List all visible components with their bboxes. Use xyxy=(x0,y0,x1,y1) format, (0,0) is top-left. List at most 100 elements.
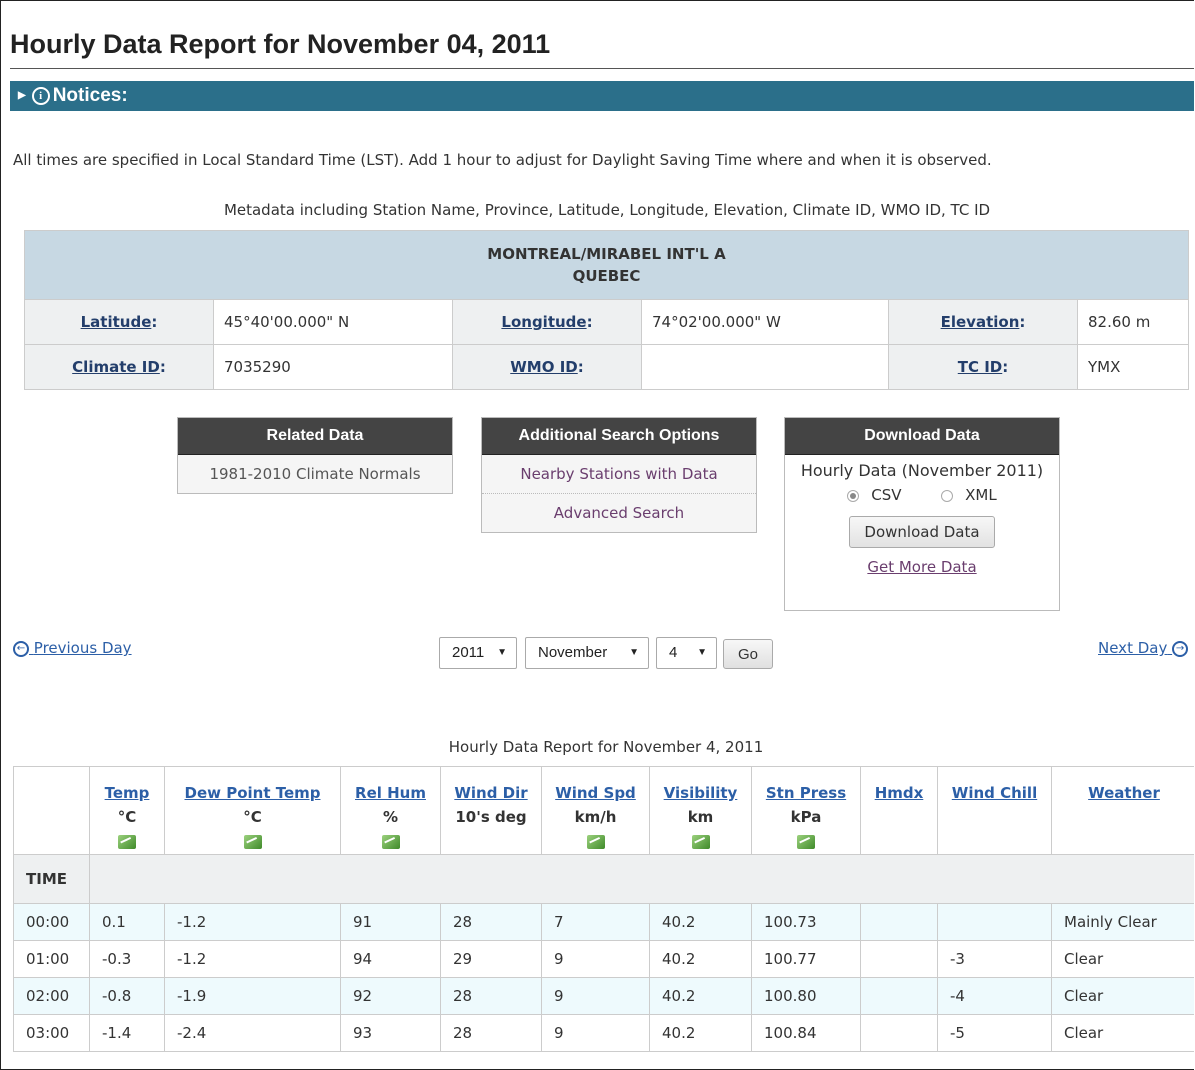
table-cell: 00:00 xyxy=(13,903,90,941)
go-button[interactable]: Go xyxy=(723,639,773,669)
chart-icon[interactable] xyxy=(381,834,400,849)
column-header-link[interactable]: Hmdx xyxy=(875,784,924,802)
column-header-link[interactable]: Wind Dir xyxy=(454,784,527,802)
tc-id-value: YMX xyxy=(1077,344,1189,390)
additional-search-header: Additional Search Options xyxy=(482,418,756,455)
nearby-stations-link[interactable]: Nearby Stations with Data xyxy=(482,455,756,493)
info-icon: i xyxy=(31,87,50,105)
year-select[interactable]: 2011 ▼ xyxy=(439,637,517,669)
table-cell: -0.3 xyxy=(89,940,165,978)
metadata-caption: Metadata including Station Name, Provinc… xyxy=(223,201,991,219)
tc-id-label-cell: TC ID: xyxy=(888,344,1078,390)
elevation-value: 82.60 m xyxy=(1077,299,1189,345)
time-label-row: TIME xyxy=(13,854,1194,904)
table-cell: 7 xyxy=(541,903,650,941)
day-select[interactable]: 4 ▼ xyxy=(656,637,717,669)
table-row: 03:00 -1.4 -2.4 93 28 9 40.2 100.84 -5 Clear xyxy=(13,1014,1194,1052)
station-province: QUEBEC xyxy=(572,267,641,285)
elevation-link[interactable]: Elevation xyxy=(941,313,1020,331)
table-cell: 40.2 xyxy=(649,940,752,978)
column-header-link[interactable]: Weather xyxy=(1088,784,1160,802)
latitude-value: 45°40'00.000" N xyxy=(213,299,453,345)
table-cell xyxy=(937,903,1052,941)
station-metadata-table: MONTREAL/MIRABEL INT'L A QUEBEC Latitude… xyxy=(24,230,1189,390)
notices-toggle[interactable]: ▶ i Notices: xyxy=(10,81,1194,111)
tc-id-link[interactable]: TC ID xyxy=(958,358,1003,376)
table-cell: -0.8 xyxy=(89,977,165,1015)
longitude-value: 74°02'00.000" W xyxy=(641,299,889,345)
previous-day-link[interactable]: ← Previous Day xyxy=(13,639,132,657)
column-header-link[interactable]: Dew Point Temp xyxy=(185,784,321,802)
xml-label: XML xyxy=(965,486,997,504)
get-more-data-link[interactable]: Get More Data xyxy=(867,558,976,576)
station-name-cell: MONTREAL/MIRABEL INT'L A QUEBEC xyxy=(24,230,1189,300)
next-day-label: Next Day xyxy=(1098,639,1168,657)
chart-icon[interactable] xyxy=(797,834,815,849)
column-unit: % xyxy=(382,808,399,826)
wmo-id-link[interactable]: WMO ID xyxy=(510,358,577,376)
arrow-right-circle-icon: → xyxy=(1172,640,1189,657)
station-name: MONTREAL/MIRABEL INT'L A xyxy=(487,245,726,263)
chart-icon[interactable] xyxy=(691,834,710,849)
page-title: Hourly Data Report for November 04, 2011 xyxy=(10,29,551,59)
climate-id-label-cell: Climate ID: xyxy=(24,344,214,390)
longitude-link[interactable]: Longitude xyxy=(501,313,586,331)
advanced-search-link[interactable]: Advanced Search xyxy=(482,493,756,532)
table-cell: 28 xyxy=(440,1014,542,1052)
column-header-link[interactable]: Rel Hum xyxy=(355,784,426,802)
download-data-panel: Download Data Hourly Data (November 2011… xyxy=(784,417,1060,611)
column-unit: °C xyxy=(243,808,262,826)
download-data-header: Download Data xyxy=(785,418,1059,455)
format-radio-group: CSV XML xyxy=(785,486,1059,504)
xml-radio[interactable] xyxy=(941,489,954,502)
column-header: Wind Chill xyxy=(937,766,1052,855)
csv-radio[interactable] xyxy=(847,489,860,502)
next-day-link[interactable]: Next Day → xyxy=(1098,639,1189,657)
wmo-id-value xyxy=(641,344,889,390)
arrow-left-circle-icon: ← xyxy=(13,640,29,657)
month-select[interactable]: November ▼ xyxy=(525,637,649,669)
chart-icon[interactable] xyxy=(243,834,262,849)
expand-triangle-icon: ▶ xyxy=(18,90,26,101)
additional-search-panel: Additional Search Options Nearby Station… xyxy=(481,417,757,533)
table-header-row: Temp °C Dew Point Temp °C Rel Hum% Wind Dir 10… xyxy=(13,766,1194,855)
table-cell xyxy=(860,903,938,941)
hourly-data-table: Temp °C Dew Point Temp °C Rel Hum% Wind Dir 10… xyxy=(13,766,1194,1052)
dropdown-caret-icon: ▼ xyxy=(629,647,639,658)
csv-label: CSV xyxy=(871,486,902,504)
table-cell: -1.2 xyxy=(164,940,341,978)
column-header-link[interactable]: Temp xyxy=(105,784,150,802)
download-data-button[interactable]: Download Data xyxy=(849,516,995,548)
climate-id-value: 7035290 xyxy=(213,344,453,390)
column-header-link[interactable]: Wind Chill xyxy=(952,784,1037,802)
column-header-link[interactable]: Wind Spd xyxy=(555,784,636,802)
table-cell: 28 xyxy=(440,903,542,941)
longitude-label-cell: Longitude: xyxy=(452,299,642,345)
column-unit: kPa xyxy=(790,808,822,826)
table-cell: Clear xyxy=(1051,977,1194,1015)
latitude-link[interactable]: Latitude xyxy=(81,313,152,331)
climate-normals-link[interactable]: 1981-2010 Climate Normals xyxy=(178,455,452,493)
table-caption: Hourly Data Report for November 4, 2011 xyxy=(448,738,764,756)
table-cell: Clear xyxy=(1051,1014,1194,1052)
column-header-link[interactable]: Stn Press xyxy=(766,784,846,802)
chart-icon[interactable] xyxy=(586,834,605,849)
table-cell: -1.2 xyxy=(164,903,341,941)
column-header-link[interactable]: Visibility xyxy=(664,784,738,802)
climate-id-link[interactable]: Climate ID xyxy=(72,358,160,376)
month-value: November xyxy=(538,644,608,661)
column-header: Hmdx xyxy=(860,766,938,855)
dropdown-caret-icon: ▼ xyxy=(497,647,507,658)
column-header: Rel Hum% xyxy=(340,766,441,855)
notices-label: Notices: xyxy=(52,85,128,107)
table-cell: 91 xyxy=(340,903,441,941)
time-header-blank xyxy=(13,766,90,855)
table-row: 01:00 -0.3 -1.2 94 29 9 40.2 100.77 -3 Clear xyxy=(13,940,1194,978)
column-header: Temp °C xyxy=(89,766,165,855)
latitude-label-cell: Latitude: xyxy=(24,299,214,345)
chart-icon[interactable] xyxy=(118,834,136,849)
time-label: TIME xyxy=(13,854,90,904)
table-cell: Clear xyxy=(1051,940,1194,978)
lst-note: All times are specified in Local Standar… xyxy=(13,151,992,169)
table-cell: 28 xyxy=(440,977,542,1015)
